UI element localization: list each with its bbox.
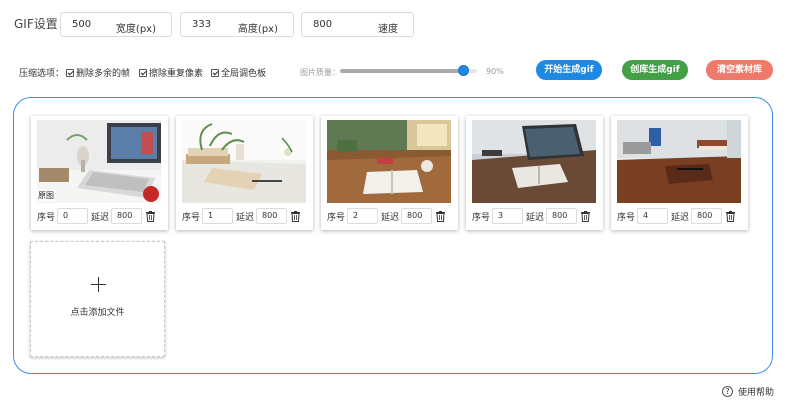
delay-label: 延迟 — [526, 212, 545, 223]
frame-thumbnail[interactable] — [182, 120, 306, 203]
option-erase-pixels[interactable]: 擦除重复像素 — [139, 66, 203, 79]
quality-slider-fill — [340, 69, 463, 73]
trash-icon[interactable] — [581, 210, 591, 222]
trash-icon[interactable] — [146, 210, 156, 222]
index-label: 序号 — [327, 212, 346, 223]
frame-index-input[interactable]: 3 — [492, 208, 524, 224]
frame-delay-input[interactable]: 800 — [546, 208, 578, 224]
add-file-label: 点击添加文件 — [70, 308, 125, 318]
frame-meta: 序号 1 延迟 800 — [182, 208, 301, 224]
speed-unit-label: 速度 — [378, 24, 398, 35]
erase-pixels-checkbox[interactable] — [139, 68, 147, 77]
frame-index-input[interactable]: 2 — [347, 208, 379, 224]
index-label: 序号 — [37, 212, 56, 223]
width-unit-label: 宽度(px) — [115, 24, 156, 35]
frame-index-input[interactable]: 1 — [202, 208, 234, 224]
height-field[interactable]: 333 高度(px) — [180, 12, 294, 37]
quality-value: 90% — [486, 67, 504, 76]
delay-label: 延迟 — [91, 212, 110, 223]
index-label: 序号 — [182, 212, 201, 223]
delay-label: 延迟 — [671, 212, 690, 223]
quality-slider[interactable] — [340, 65, 477, 76]
height-value[interactable]: 333 — [192, 19, 211, 30]
remove-frames-checkbox[interactable] — [66, 68, 74, 77]
frame-card: 原图 序号 0 延迟 800 — [31, 116, 168, 230]
width-field[interactable]: 500 宽度(px) — [60, 12, 172, 37]
compression-options-label: 压缩选项： — [19, 69, 65, 79]
frame-thumbnail[interactable] — [37, 120, 161, 203]
frame-thumbnail[interactable] — [617, 120, 741, 203]
frame-index-input[interactable]: 4 — [637, 208, 669, 224]
create-generate-button[interactable]: 创库生成gif — [622, 60, 688, 80]
erase-pixels-label: 擦除重复像素 — [149, 69, 204, 79]
frame-delay-input[interactable]: 800 — [256, 208, 288, 224]
frame-meta: 序号 0 延迟 800 — [37, 208, 156, 224]
option-global-palette[interactable]: 全局调色板 — [211, 66, 266, 79]
frame-delay-input[interactable]: 800 — [111, 208, 143, 224]
delay-label: 延迟 — [236, 212, 255, 223]
delay-label: 延迟 — [381, 212, 400, 223]
frame-meta: 序号 3 延迟 800 — [472, 208, 591, 224]
frame-meta: 序号 2 延迟 800 — [327, 208, 446, 224]
quality-label: 图片质量： — [300, 68, 340, 77]
remove-frames-label: 删除多余的帧 — [76, 69, 131, 79]
speed-field[interactable]: 800 速度 — [301, 12, 414, 37]
trash-icon[interactable] — [436, 210, 446, 222]
frame-meta: 序号 4 延迟 800 — [617, 208, 736, 224]
index-label: 序号 — [472, 212, 491, 223]
height-unit-label: 高度(px) — [237, 24, 278, 35]
frame-thumbnail[interactable] — [472, 120, 596, 203]
start-generate-button[interactable]: 开始生成gif — [536, 60, 602, 80]
trash-icon[interactable] — [726, 210, 736, 222]
option-remove-frames[interactable]: 删除多余的帧 — [66, 66, 130, 79]
plus-icon — [91, 277, 106, 292]
index-label: 序号 — [617, 212, 636, 223]
frame-delay-input[interactable]: 800 — [691, 208, 723, 224]
frame-index-input[interactable]: 0 — [57, 208, 89, 224]
help-link[interactable]: ? 使用帮助 — [722, 385, 774, 398]
question-circle-icon: ? — [722, 386, 733, 397]
speed-value[interactable]: 800 — [313, 19, 332, 30]
quality-slider-handle[interactable] — [458, 65, 469, 76]
frame-card: 序号 2 延迟 800 — [321, 116, 458, 230]
help-label: 使用帮助 — [738, 388, 775, 398]
clear-library-button[interactable]: 清空素材库 — [706, 60, 773, 80]
global-palette-label: 全局调色板 — [221, 69, 267, 79]
frame-delay-input[interactable]: 800 — [401, 208, 433, 224]
add-file-card[interactable]: 点击添加文件 — [30, 241, 165, 357]
frame-card: 序号 3 延迟 800 — [466, 116, 603, 230]
trash-icon[interactable] — [291, 210, 301, 222]
global-palette-checkbox[interactable] — [211, 68, 219, 77]
frame-card: 序号 1 延迟 800 — [176, 116, 313, 230]
frame-card: 序号 4 延迟 800 — [611, 116, 748, 230]
original-label: 原图 — [37, 190, 55, 201]
width-value[interactable]: 500 — [72, 19, 91, 30]
frame-thumbnail[interactable] — [327, 120, 451, 203]
